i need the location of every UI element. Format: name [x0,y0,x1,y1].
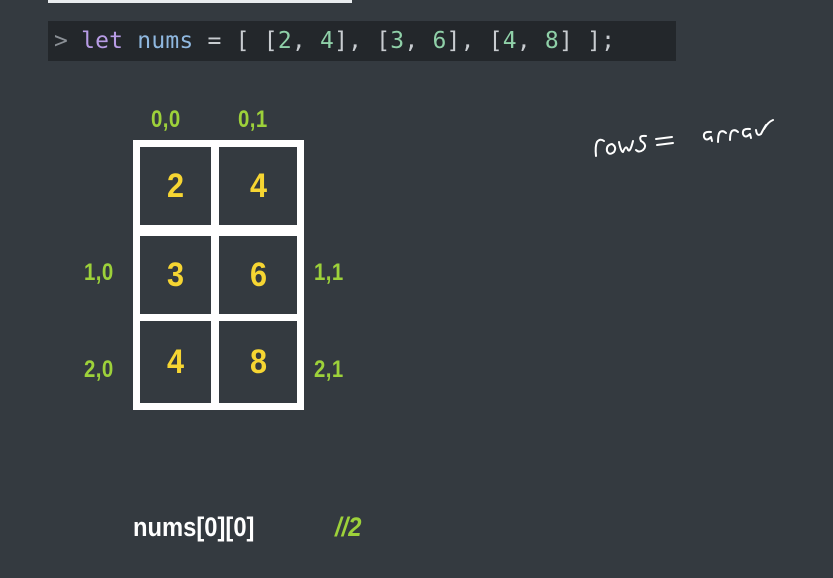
code-token: [ [376,28,391,54]
code-token: , [404,28,433,54]
grid-cell-2-1: 8 [219,321,297,403]
code-token: 4 [502,28,517,54]
code-token: ], [334,28,377,54]
top-divider [48,0,352,3]
code-token: 3 [390,28,405,54]
code-token: 8 [544,28,559,54]
code-token: [ [235,28,264,54]
index-label-0-1: 0,1 [238,106,268,133]
grid-cell-2-0: 4 [140,321,211,403]
code-token: 6 [432,28,447,54]
grid-cell-value: 6 [249,255,267,294]
code-array-value: [ [2, 4], [3, 6], [4, 8] ]; [236,28,616,54]
code-operator: = [207,28,222,54]
code-token: ], [446,28,489,54]
code-keyword: let [81,28,124,54]
code-token: ] ]; [558,28,616,54]
code-token: 2 [277,28,292,54]
console-prompt-icon: > [54,28,69,54]
code-token: [ [488,28,503,54]
access-expression: nums[0][0] [133,512,255,542]
code-token: , [291,28,321,54]
index-label-1-0: 1,0 [84,259,114,286]
grid-cell-value: 2 [166,166,185,205]
code-token: , [516,28,545,54]
code-variable: nums [137,28,194,54]
index-label-1-1: 1,1 [314,259,344,286]
handwritten-note-rows-array [594,119,774,157]
grid-cell-1-0: 3 [140,236,211,314]
grid-cell-0-0: 2 [140,147,211,225]
grid-cell-value: 3 [166,255,185,294]
index-label-0-0: 0,0 [151,106,181,133]
code-token: [ [263,28,278,54]
array-grid: 2 4 3 6 4 8 [133,140,304,410]
grid-cell-value: 8 [249,342,267,381]
grid-cell-0-1: 4 [219,147,297,225]
grid-cell-1-1: 6 [219,236,297,314]
index-label-2-0: 2,0 [84,356,114,383]
result-comment: //2 [335,512,362,542]
grid-cell-value: 4 [166,342,185,381]
grid-cell-value: 4 [249,166,267,205]
index-label-2-1: 2,1 [314,356,344,383]
code-token: 4 [320,28,335,54]
console-code-line: > let nums = [ [2, 4], [3, 6], [4, 8] ]; [48,21,676,61]
